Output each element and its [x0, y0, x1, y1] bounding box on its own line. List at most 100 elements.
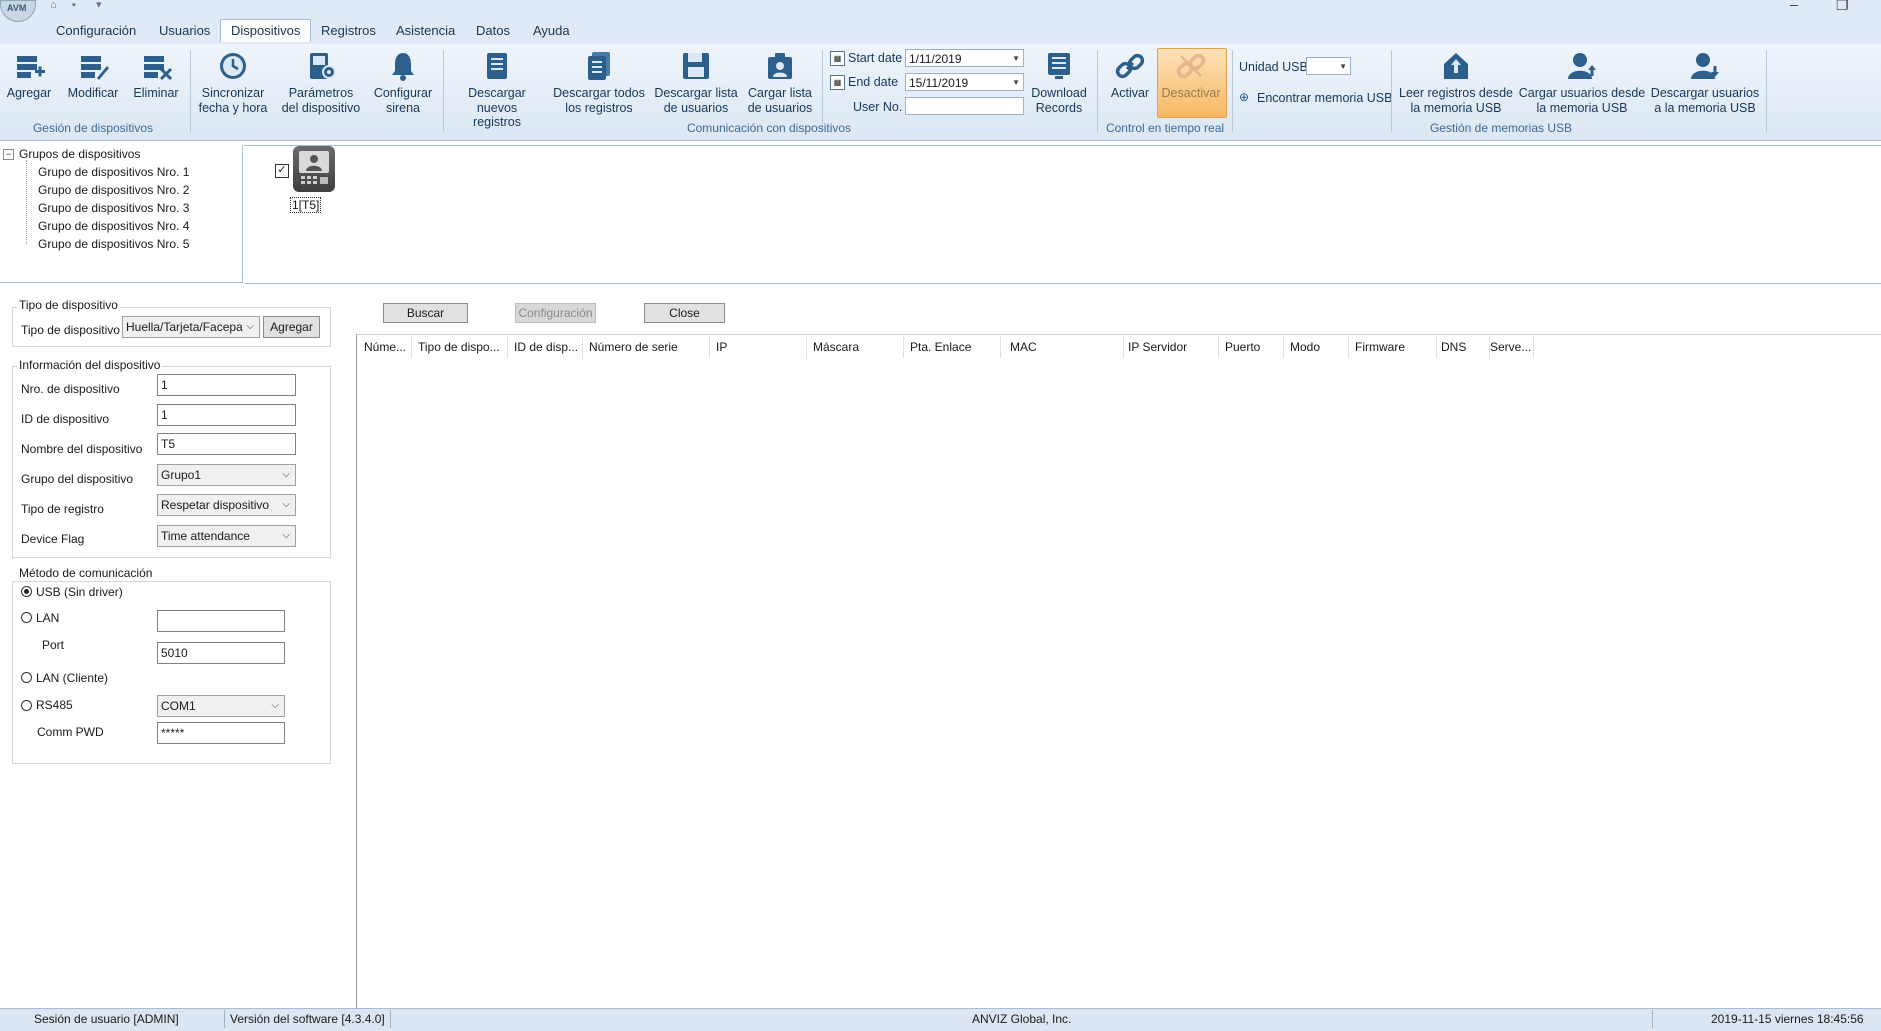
agregar-button[interactable]: Agregar [4, 50, 54, 101]
tree-item-grupo-2[interactable]: Grupo de dispositivos Nro. 2 [38, 183, 189, 197]
document-download-icon [487, 53, 507, 79]
column-header[interactable]: MAC [1004, 336, 1124, 358]
unidad-usb-select[interactable]: ▼ [1306, 57, 1351, 75]
configurar-sirena-button[interactable]: Configurar sirena [370, 50, 436, 115]
restore-icon[interactable]: ❐ [1836, 0, 1849, 14]
modificar-button[interactable]: Modificar [63, 50, 123, 101]
tipo-registro-select[interactable]: Respetar dispositivo ⌵ [157, 494, 296, 516]
parametros-label-2: del dispositivo [281, 100, 361, 115]
descargar-nuevos-button[interactable]: Descargar nuevos registros [452, 50, 542, 130]
info-legend: Información del dispositivo [17, 358, 163, 372]
device-terminal-icon[interactable] [293, 146, 335, 192]
metodo-legend: Método de comunicación [17, 566, 155, 580]
save-icon[interactable]: ▪ [72, 0, 86, 11]
port-input[interactable]: 5010 [157, 642, 285, 664]
flag-value: Time attendance [161, 529, 250, 543]
sincronizar-button[interactable]: Sincronizar fecha y hora [196, 50, 270, 115]
device-terminal-graphic [299, 151, 329, 184]
tree-root[interactable]: Grupos de dispositivos [19, 147, 140, 161]
descargar-lista-button[interactable]: Descargar lista de usuarios [654, 50, 738, 115]
tree-item-grupo-5[interactable]: Grupo de dispositivos Nro. 5 [38, 237, 189, 251]
menu-asistencia[interactable]: Asistencia [386, 20, 465, 42]
ribbon-separator [1766, 50, 1767, 132]
leer-registros-usb-button[interactable]: Leer registros desde la memoria USB [1398, 50, 1514, 115]
chevron-down-icon[interactable]: ⌵ [282, 495, 290, 515]
menu-dispositivos[interactable]: Dispositivos [220, 19, 312, 42]
registro-value: Respetar dispositivo [161, 498, 270, 512]
unidad-usb-label: Unidad USB [1239, 60, 1308, 74]
id-dispositivo-input[interactable]: 1 [157, 404, 296, 426]
tree-item-grupo-4[interactable]: Grupo de dispositivos Nro. 4 [38, 219, 189, 233]
menu-ayuda[interactable]: Ayuda [523, 20, 580, 42]
parametros-button[interactable]: Parámetros del dispositivo [278, 50, 364, 115]
column-header[interactable]: Tipo de dispo... [412, 336, 508, 358]
lan-ip-input[interactable] [157, 610, 285, 632]
column-header[interactable]: Máscara [807, 336, 904, 358]
tipo-agregar-button[interactable]: Agregar [263, 316, 320, 338]
activar-button[interactable]: Activar [1104, 50, 1156, 101]
device-flag-select[interactable]: Time attendance ⌵ [157, 525, 296, 547]
rs485-radio[interactable] [21, 700, 32, 711]
grupo-select[interactable]: Grupo1 ⌵ [157, 464, 296, 486]
descargar-usuarios-usb-button[interactable]: Descargar usuarios a la memoria USB [1650, 50, 1760, 115]
eliminar-button[interactable]: Eliminar [128, 50, 184, 101]
tipo-dispositivo-select[interactable]: Huella/Tarjeta/Facepa ⌵ [122, 316, 260, 338]
quick-access-dropdown-icon[interactable]: ▾ [96, 0, 110, 11]
nombre-dispositivo-input[interactable]: T5 [157, 433, 296, 455]
chevron-down-icon[interactable]: ⌵ [282, 526, 290, 546]
column-header[interactable]: IP [710, 336, 807, 358]
menu-registros[interactable]: Registros [311, 20, 386, 42]
minimize-icon[interactable]: – [1790, 0, 1798, 12]
column-header[interactable]: IP Servidor [1122, 336, 1219, 358]
device-search-grid[interactable] [356, 334, 1881, 1009]
column-header[interactable]: Firmware [1349, 336, 1437, 358]
home-icon[interactable]: ⌂ [50, 0, 64, 11]
column-header[interactable]: Modo [1284, 336, 1349, 358]
column-header[interactable]: Núme... [358, 336, 412, 358]
user-no-field[interactable] [905, 97, 1024, 115]
com-port-select[interactable]: COM1 ⌵ [157, 695, 285, 717]
column-header[interactable]: ID de disp... [508, 336, 583, 358]
tree-item-grupo-3[interactable]: Grupo de dispositivos Nro. 3 [38, 201, 189, 215]
chevron-down-icon[interactable]: ▼ [1012, 50, 1020, 68]
device-checkbox[interactable]: ✓ [275, 164, 289, 178]
chevron-down-icon[interactable]: ⌵ [271, 696, 279, 716]
close-button[interactable]: Close [644, 303, 725, 323]
start-date-field[interactable]: 1/11/2019 ▼ [905, 49, 1024, 67]
menu-usuarios[interactable]: Usuarios [149, 20, 220, 42]
edit-device-icon [81, 56, 109, 80]
sirena-label-2: sirena [385, 100, 421, 115]
flag-label: Device Flag [21, 532, 85, 546]
descargar-todos-button[interactable]: Descargar todos los registros [553, 50, 645, 115]
configuracion-button[interactable]: Configuración [515, 303, 596, 323]
chevron-down-icon[interactable]: ⌵ [246, 317, 254, 337]
desactivar-content: Desactivar [1157, 50, 1225, 101]
tree-item-grupo-1[interactable]: Grupo de dispositivos Nro. 1 [38, 165, 189, 179]
usb-radio[interactable] [21, 586, 32, 597]
status-separator [390, 1010, 391, 1028]
end-date-field[interactable]: 15/11/2019 ▼ [905, 73, 1024, 91]
buscar-button[interactable]: Buscar [383, 303, 468, 323]
column-header[interactable]: Pta. Enlace [904, 336, 1001, 358]
column-header[interactable]: Número de serie [583, 336, 710, 358]
cargar-lista-button[interactable]: Cargar lista de usuarios [744, 50, 816, 115]
device-tile-label[interactable]: 1[T5] [290, 197, 322, 213]
nro-dispositivo-input[interactable]: 1 [157, 374, 296, 396]
menu-configuracion[interactable]: Configuración [46, 20, 146, 42]
cargar-usuarios-usb-button[interactable]: Cargar usuarios desde la memoria USB [1518, 50, 1646, 115]
menu-datos[interactable]: Datos [466, 20, 520, 42]
chevron-down-icon[interactable]: ⌵ [282, 465, 290, 485]
lan-cliente-radio[interactable] [21, 672, 32, 683]
ribbon-separator [190, 50, 191, 132]
column-header[interactable]: Serve... [1484, 336, 1534, 358]
chevron-down-icon[interactable]: ▼ [1339, 58, 1347, 76]
encontrar-usb-button[interactable]: Encontrar memoria USB [1257, 91, 1392, 105]
lan-radio[interactable] [21, 612, 32, 623]
chevron-down-icon[interactable]: ▼ [1012, 74, 1020, 92]
download-records-button[interactable]: Download Records [1028, 50, 1090, 115]
comm-pwd-input[interactable]: ***** [157, 722, 285, 744]
user-upload-icon [1568, 53, 1596, 79]
column-header[interactable]: DNS [1435, 336, 1490, 358]
column-header[interactable]: Puerto [1219, 336, 1284, 358]
tree-collapse-icon[interactable]: − [3, 149, 14, 160]
